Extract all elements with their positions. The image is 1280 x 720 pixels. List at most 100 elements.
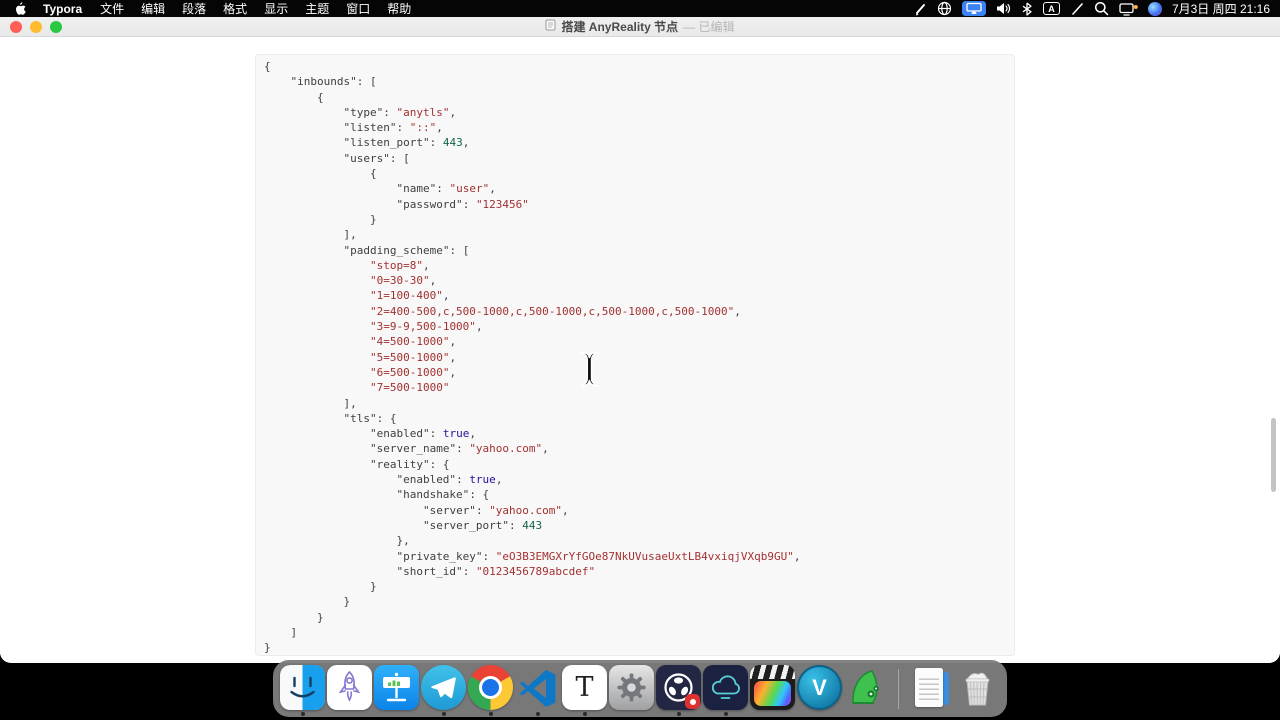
dock-trash[interactable] [955,665,1000,712]
siri-icon[interactable] [1147,1,1162,16]
window-title: 搭建 AnyReality 节点 [561,20,679,34]
volume-icon[interactable] [996,1,1011,16]
dock-typora[interactable]: T [562,665,607,716]
code-line[interactable]: { [264,166,1006,181]
documents-stack-icon [908,665,953,710]
paper-plane-icon [431,677,456,699]
code-line[interactable]: } [264,579,1006,594]
code-line[interactable]: "stop=8", [264,258,1006,273]
close-button[interactable] [10,21,22,33]
menu-item[interactable]: 显示 [264,0,288,17]
code-line[interactable]: "server": "yahoo.com", [264,503,1006,518]
shark-fin-icon [852,670,879,704]
running-indicator-dot [582,712,587,716]
typora-t-glyph: T [575,672,594,703]
pen-icon[interactable] [913,1,927,16]
apple-menu-icon[interactable] [14,1,27,16]
code-line[interactable]: "server_name": "yahoo.com", [264,441,1006,456]
code-line[interactable]: "handshake": { [264,487,1006,502]
menu-item[interactable]: 段落 [182,0,206,17]
code-line[interactable]: "enabled": true, [264,426,1006,441]
search-icon[interactable] [1094,1,1109,16]
running-indicator-dot [535,712,540,716]
traffic-lights [10,21,62,33]
display-status-icon[interactable] [1119,1,1138,16]
dock-obs[interactable] [656,665,701,716]
code-line[interactable]: "1=100-400", [264,288,1006,303]
dock-chrome[interactable] [468,665,513,716]
clapperboard-stripes [750,665,795,679]
minimize-button[interactable] [30,21,42,33]
code-line[interactable]: "reality": { [264,457,1006,472]
chrome-icon [468,665,513,710]
code-line[interactable]: "listen": "::", [264,120,1006,135]
code-line[interactable]: "short_id": "0123456789abcdef" [264,564,1006,579]
title-bar[interactable]: 搭建 AnyReality 节点 — 已编辑 [0,17,1280,37]
dock-rocket-app[interactable] [327,665,372,712]
globe-icon[interactable] [937,1,952,16]
dock-final-cut-pro[interactable] [750,665,795,712]
menu-item[interactable]: 主题 [305,0,329,17]
code-line[interactable]: } [264,640,1006,655]
editor-area[interactable]: { "inbounds": [ { "type": "anytls", "lis… [0,37,1280,662]
zoom-button[interactable] [50,21,62,33]
menu-item[interactable]: 格式 [223,0,247,17]
dock-wireshark[interactable] [844,665,889,712]
code-line[interactable]: "6=500-1000", [264,365,1006,380]
code-line[interactable]: "listen_port": 443, [264,135,1006,150]
code-line[interactable]: } [264,594,1006,609]
code-line[interactable]: { [264,59,1006,74]
code-line[interactable]: "4=500-1000", [264,334,1006,349]
dock-documents[interactable] [908,665,953,712]
code-line[interactable]: "type": "anytls", [264,105,1006,120]
menu-item[interactable]: 窗口 [346,0,370,17]
dock-cloud-terminal[interactable] [703,665,748,716]
bluetooth-icon[interactable] [1021,1,1033,16]
dock-keynote[interactable] [374,665,419,712]
scrollbar-thumb[interactable] [1271,418,1276,492]
screen-mirroring-icon[interactable] [961,1,986,16]
code-line[interactable]: "password": "123456" [264,197,1006,212]
input-source-glyph: A [1048,3,1055,14]
menu-item[interactable]: 帮助 [387,0,411,17]
code-line[interactable]: }, [264,533,1006,548]
app-menu-title[interactable]: Typora [43,2,82,16]
dock: T V [273,660,1007,717]
dock-system-settings[interactable] [609,665,654,712]
code-line[interactable]: ] [264,625,1006,640]
code-block[interactable]: { "inbounds": [ { "type": "anytls", "lis… [255,54,1015,656]
menu-item[interactable]: 编辑 [141,0,165,17]
dock-finder[interactable] [280,665,325,716]
window-title-group: 搭建 AnyReality 节点 — 已编辑 [545,18,735,35]
code-line[interactable]: ], [264,396,1006,411]
code-line[interactable]: { [264,90,1006,105]
code-line[interactable]: "7=500-1000" [264,380,1006,395]
pencil-icon[interactable] [1070,1,1084,16]
dock-v2rayu[interactable]: V [797,665,842,712]
code-line[interactable]: "users": [ [264,151,1006,166]
input-source-icon[interactable]: A [1042,2,1060,15]
code-line[interactable]: "private_key": "eO3B3EMGXrYfGOe87NkUVusa… [264,549,1006,564]
code-line[interactable]: "2=400-500,c,500-1000,c,500-1000,c,500-1… [264,304,1006,319]
code-line[interactable]: "enabled": true, [264,472,1006,487]
rainbow-panel [754,681,791,706]
code-line[interactable]: "0=30-30", [264,273,1006,288]
code-line[interactable]: } [264,610,1006,625]
code-line[interactable]: "name": "user", [264,181,1006,196]
code-line[interactable]: "inbounds": [ [264,74,1006,89]
dock-telegram[interactable] [421,665,466,716]
code-line[interactable]: "5=500-1000", [264,350,1006,365]
code-line[interactable]: "tls": { [264,411,1006,426]
menu-item[interactable]: 文件 [100,0,124,17]
dock-vscode[interactable] [515,665,560,716]
cloud-icon [711,675,740,699]
edited-badge: — 已编辑 [683,20,735,34]
code-line[interactable]: } [264,212,1006,227]
gear-icon [617,673,646,702]
code-line[interactable]: "server_port": 443 [264,518,1006,533]
code-line[interactable]: "padding_scheme": [ [264,243,1006,258]
menubar-clock[interactable]: 7月3日 周四 21:16 [1172,0,1270,17]
code-line[interactable]: "3=9-9,500-1000", [264,319,1006,334]
running-indicator-dot [676,712,681,716]
code-line[interactable]: ], [264,227,1006,242]
